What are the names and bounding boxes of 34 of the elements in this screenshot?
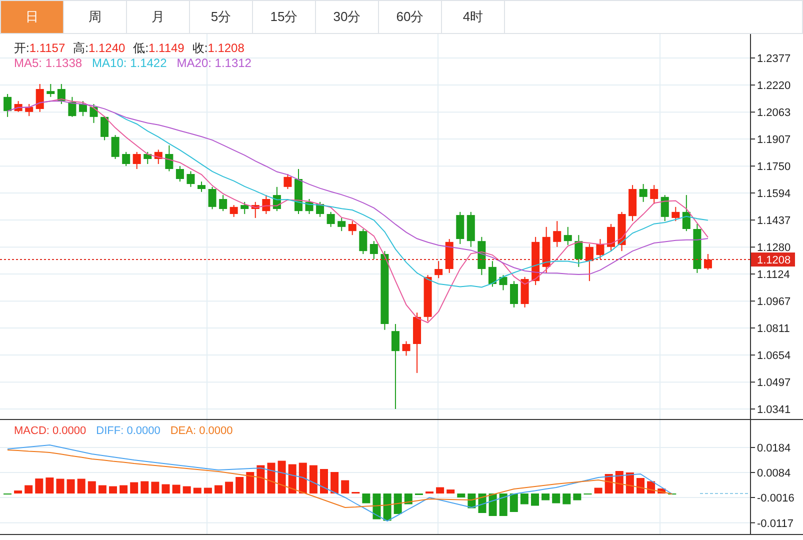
price-tag: 1.1208 xyxy=(751,252,795,267)
axis-label: 0.0084 xyxy=(757,468,791,480)
legend-value: 1.1240 xyxy=(88,40,126,56)
axis-label: 1.2063 xyxy=(757,107,791,120)
legend-value: 1.1149 xyxy=(148,40,184,56)
legend-label: 低: xyxy=(133,40,149,56)
macd-legend: MACD: 0.0000 xyxy=(14,423,86,440)
axis-label: 1.2220 xyxy=(757,80,791,92)
axis-label: 1.2377 xyxy=(757,52,791,65)
axis-label: 1.0654 xyxy=(757,350,791,362)
axis-label: 1.1907 xyxy=(757,134,791,146)
axis-label: 1.0497 xyxy=(757,377,791,390)
legend-value: 1.1157 xyxy=(29,40,66,56)
axis-label: 1.0967 xyxy=(757,296,791,308)
macd-legend: DIFF: 0.0000 xyxy=(96,423,160,440)
axis-label: 1.1594 xyxy=(757,188,791,200)
axis-label: 1.1124 xyxy=(757,269,790,281)
axis-label: 1.1437 xyxy=(757,215,791,228)
ma-legend: MA20: 1.1312 xyxy=(176,56,252,70)
legend-value: 1.1208 xyxy=(208,40,244,56)
ma-legend: MA5: 1.1338 xyxy=(14,56,82,70)
legend-label: 高: xyxy=(73,40,88,56)
axis-label: -0.0016 xyxy=(757,492,794,504)
ref-line-label: 1.1208 xyxy=(757,254,791,267)
axis-label: 1.0341 xyxy=(757,404,791,416)
axis-label: 1.1750 xyxy=(757,161,791,174)
macd-legend: DEA: 0.0000 xyxy=(170,423,233,440)
axis-label: 1.1280 xyxy=(757,242,791,254)
legend-label: 开: xyxy=(14,40,30,56)
axis-label: 0.0184 xyxy=(757,442,791,454)
axis-label: 1.0811 xyxy=(757,322,790,335)
axis-label: -0.0117 xyxy=(757,518,794,530)
ma-legend: MA10: 1.1422 xyxy=(92,56,167,70)
legend-label: 收: xyxy=(192,40,208,56)
